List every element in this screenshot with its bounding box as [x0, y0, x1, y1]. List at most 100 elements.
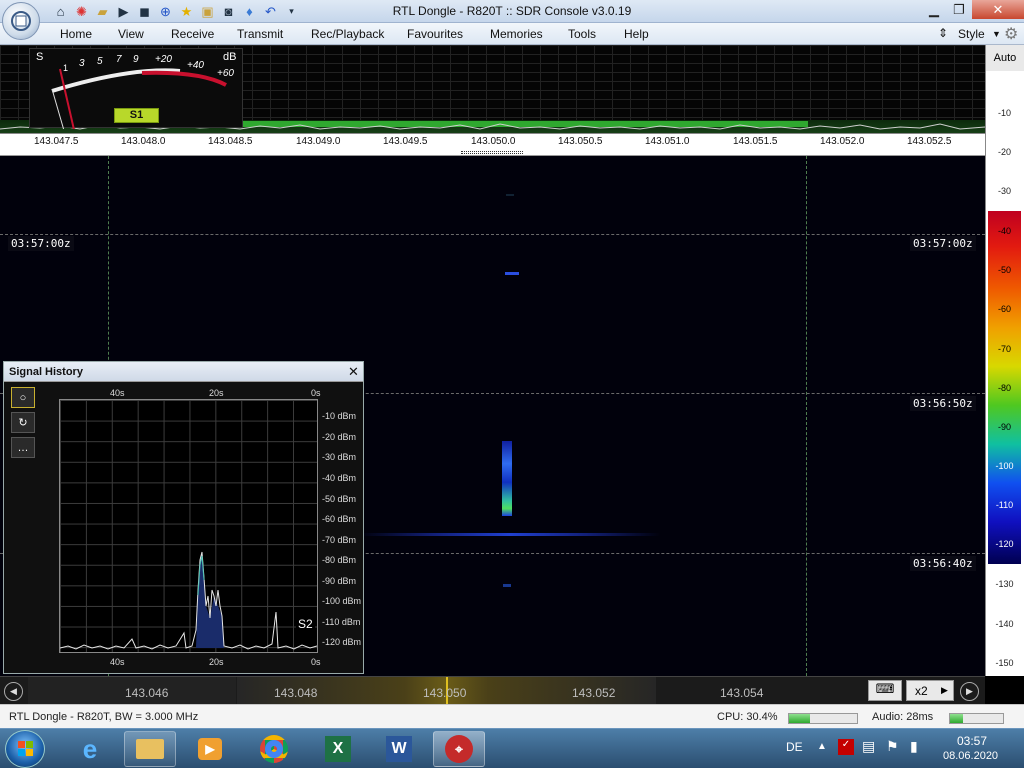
history-s-reading: S2 — [296, 616, 315, 632]
keyboard-icon[interactable]: ⌨ — [868, 680, 902, 701]
start-button[interactable] — [5, 730, 45, 768]
signal-history-plot: S2 — [59, 399, 318, 653]
menu-rec-playback[interactable]: Rec/Playback — [311, 27, 384, 41]
timestamp-right: 03:57:00z — [910, 236, 976, 251]
tuning-bar[interactable]: ◀ 143.046 143.048 143.050 143.052 143.05… — [0, 676, 985, 704]
s-meter-db-label: dB — [223, 51, 237, 63]
cpu-status: CPU: 30.4% — [717, 711, 778, 723]
history-x-label-top: 40s — [110, 388, 125, 398]
close-button[interactable]: ✕ — [972, 0, 1024, 19]
level-tick: -40 — [997, 226, 1011, 236]
auto-scale-button[interactable]: Auto — [986, 45, 1024, 71]
clock-date[interactable]: 08.06.2020 — [943, 750, 998, 762]
history-mode-circle-button[interactable]: ○ — [11, 387, 35, 408]
signal-history-title-bar[interactable]: Signal History ✕ — [4, 362, 363, 382]
level-tick: -100 — [995, 461, 1014, 471]
signal-trace — [503, 584, 511, 587]
menu-receive[interactable]: Receive — [171, 27, 214, 41]
clock-time[interactable]: 03:57 — [957, 734, 987, 748]
freq-label: 143.048.0 — [121, 136, 166, 147]
freq-label: 143.050.0 — [471, 136, 516, 147]
sdr-console-task-icon[interactable]: ⌖ — [433, 731, 485, 767]
zoom-dropdown[interactable]: x2 ▶ — [906, 680, 954, 701]
level-tick: -70 — [997, 344, 1011, 354]
freq-label: 143.049.5 — [383, 136, 428, 147]
internet-explorer-icon[interactable]: e — [64, 731, 116, 767]
timestamp-right: 03:56:50z — [910, 396, 976, 411]
timestamp-left: 03:57:00z — [8, 236, 74, 251]
history-db-label: -30 dBm — [322, 452, 357, 462]
signal-history-panel[interactable]: Signal History ✕ ○ ↻ … 40s 20s 0s S2 -10… — [3, 361, 364, 674]
level-tick: -60 — [997, 304, 1011, 314]
scroll-right-icon[interactable]: ▶ — [960, 682, 979, 701]
level-tick: -130 — [995, 579, 1014, 589]
history-db-label: -80 dBm — [322, 555, 357, 565]
show-hidden-icons-icon[interactable]: ▲ — [817, 741, 827, 752]
minimize-button[interactable]: ▁ — [921, 0, 947, 19]
sdr-console-window: ⌂ ✺ ▰ ▶ ◼ ⊕ ★ ▣ ◙ ♦ ↶ ▾ RTL Dongle - R82… — [0, 0, 1024, 768]
menu-tools[interactable]: Tools — [568, 27, 596, 41]
tray-app-icon[interactable]: ✓ — [838, 739, 854, 755]
frequency-scale[interactable]: 143.047.5 143.048.0 143.048.5 143.049.0 … — [0, 133, 985, 150]
level-tick: -120 — [995, 539, 1014, 549]
freq-label: 143.051.5 — [733, 136, 778, 147]
history-db-label: -50 dBm — [322, 494, 357, 504]
language-indicator[interactable]: DE — [786, 740, 803, 754]
signal-trace — [505, 272, 519, 275]
level-tick: -90 — [997, 422, 1011, 432]
time-marker-line — [0, 234, 985, 235]
app-menu-button[interactable] — [2, 2, 40, 40]
history-db-label: -60 dBm — [322, 514, 357, 524]
menu-view[interactable]: View — [118, 27, 144, 41]
cpu-meter — [788, 713, 858, 724]
freq-label: 143.048.5 — [208, 136, 253, 147]
menu-home[interactable]: Home — [60, 27, 92, 41]
status-bar: RTL Dongle - R820T, BW = 3.000 MHz CPU: … — [0, 704, 1024, 728]
excel-icon[interactable]: X — [312, 731, 364, 767]
media-player-icon[interactable]: ▶ — [184, 731, 236, 767]
scroll-left-icon[interactable]: ◀ — [4, 682, 23, 701]
menu-memories[interactable]: Memories — [490, 27, 543, 41]
maximize-button[interactable]: ❐ — [946, 0, 972, 19]
history-x-label-top: 20s — [209, 388, 224, 398]
tray-device-icon[interactable]: ▤ — [862, 738, 875, 755]
menu-favourites[interactable]: Favourites — [407, 27, 463, 41]
tuning-label: 143.054 — [720, 686, 764, 700]
menu-transmit[interactable]: Transmit — [237, 27, 283, 41]
device-status: RTL Dongle - R820T, BW = 3.000 MHz — [9, 711, 199, 723]
style-menu[interactable]: Style — [958, 27, 985, 41]
s-meter-s-label: S — [36, 51, 44, 63]
history-more-button[interactable]: … — [11, 437, 35, 458]
action-center-flag-icon[interactable]: ⚑ — [886, 738, 899, 755]
style-icon[interactable]: ⇕ — [938, 26, 948, 40]
spectrum-display[interactable]: S dB 1 3 5 7 9 +20 +40 +60 S1 — [0, 45, 985, 133]
app-logo-icon — [11, 11, 31, 31]
menu-help[interactable]: Help — [624, 27, 649, 41]
settings-gear-icon[interactable]: ⚙ — [1004, 24, 1018, 44]
audio-status: Audio: 28ms — [872, 711, 934, 723]
history-db-label: -90 dBm — [322, 576, 357, 586]
s-scale-5: 5 — [97, 56, 103, 67]
level-tick: -20 — [997, 147, 1011, 157]
signal-history-trace — [60, 551, 317, 650]
level-tick: -10 — [997, 108, 1011, 118]
history-x-label-bottom: 40s — [110, 657, 125, 667]
history-db-label: -120 dBm — [322, 637, 362, 647]
word-icon[interactable]: W — [373, 731, 425, 767]
splitter-grip[interactable] — [461, 151, 523, 154]
tuning-label: 143.046 — [125, 686, 169, 700]
history-db-label: -10 dBm — [322, 411, 357, 421]
chrome-icon[interactable] — [248, 731, 300, 767]
timestamp-right: 03:56:40z — [910, 556, 976, 571]
history-refresh-button[interactable]: ↻ — [11, 412, 35, 433]
signal-splatter — [360, 533, 660, 536]
freq-label: 143.047.5 — [34, 136, 79, 147]
s-scale-3: 3 — [79, 58, 85, 69]
style-dropdown-icon[interactable]: ▼ — [992, 29, 1001, 39]
file-explorer-icon[interactable] — [124, 731, 176, 767]
signal-history-close-icon[interactable]: ✕ — [348, 364, 359, 380]
network-signal-icon[interactable]: ▮ — [910, 738, 918, 755]
tuning-label: 143.048 — [274, 686, 318, 700]
freq-label: 143.050.5 — [558, 136, 603, 147]
ribbon-menu-bar: Home View Receive Transmit Rec/Playback … — [0, 23, 1024, 45]
